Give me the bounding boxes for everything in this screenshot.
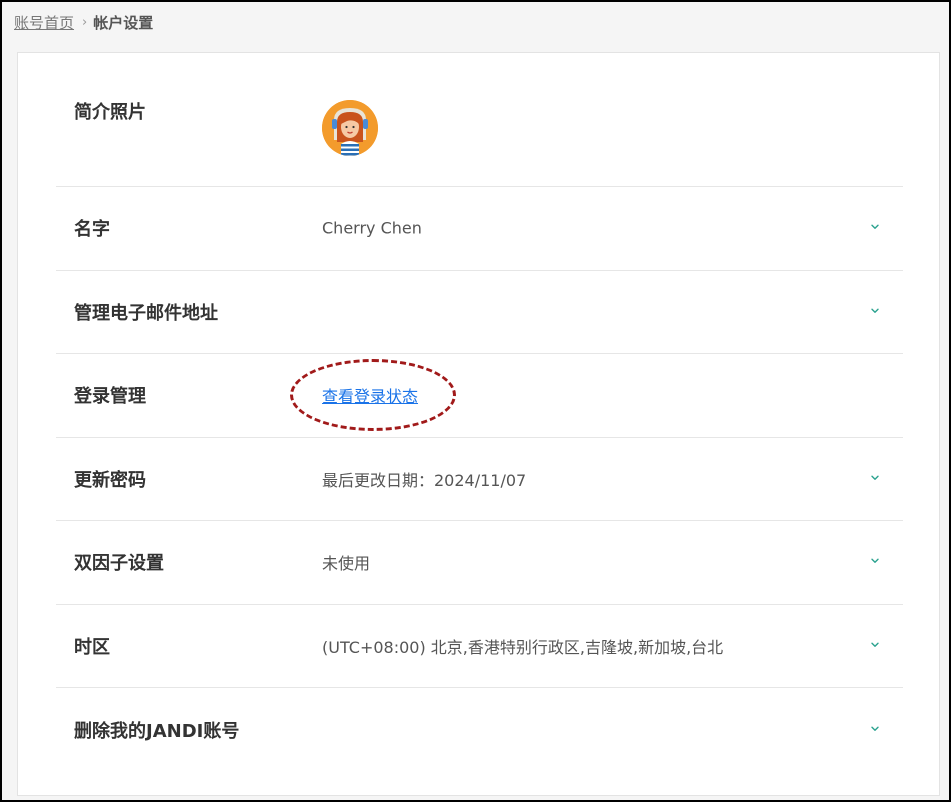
settings-row-login: 登录管理 查看登录状态 bbox=[56, 354, 903, 438]
login-label: 登录管理 bbox=[74, 386, 146, 408]
email-label: 管理电子邮件地址 bbox=[74, 302, 218, 324]
chevron-down-icon[interactable] bbox=[869, 305, 881, 317]
chevron-down-icon[interactable] bbox=[869, 723, 881, 735]
settings-row-delete-account[interactable]: 删除我的JANDI账号 bbox=[56, 688, 903, 772]
settings-row-timezone[interactable]: 时区 (UTC+08:00) 北京,香港特别行政区,吉隆坡,新加坡,台北 bbox=[56, 605, 903, 688]
password-label: 更新密码 bbox=[74, 469, 146, 491]
breadcrumb-home-link[interactable]: 账号首页 bbox=[14, 12, 74, 33]
chevron-down-icon[interactable] bbox=[869, 221, 881, 233]
settings-row-email[interactable]: 管理电子邮件地址 bbox=[56, 271, 903, 354]
breadcrumb-current: 帐户设置 bbox=[93, 13, 154, 32]
settings-row-password[interactable]: 更新密码 最后更改日期：2024/11/07 bbox=[56, 438, 903, 521]
view-login-status-link[interactable]: 查看登录状态 bbox=[322, 383, 418, 407]
settings-list: 简介照片 名字 Cherry Chen 管理电子邮件地址 登录管理 查看登录状态… bbox=[56, 53, 903, 772]
name-label: 名字 bbox=[74, 219, 110, 241]
settings-row-profile-photo: 简介照片 bbox=[56, 53, 903, 187]
avatar[interactable] bbox=[322, 100, 378, 156]
profile-photo-label: 简介照片 bbox=[74, 102, 146, 123]
chevron-down-icon[interactable] bbox=[869, 472, 881, 484]
two-factor-label: 双因子设置 bbox=[74, 553, 164, 575]
settings-row-name[interactable]: 名字 Cherry Chen bbox=[56, 187, 903, 271]
chevron-down-icon[interactable] bbox=[869, 639, 881, 651]
timezone-value: (UTC+08:00) 北京,香港特别行政区,吉隆坡,新加坡,台北 bbox=[322, 637, 724, 657]
chevron-down-icon[interactable] bbox=[869, 555, 881, 567]
two-factor-status: 未使用 bbox=[322, 554, 371, 574]
avatar-illustration bbox=[322, 100, 378, 156]
breadcrumb-separator: › bbox=[82, 14, 88, 30]
password-last-changed: 最后更改日期：2024/11/07 bbox=[322, 470, 527, 490]
settings-row-two-factor[interactable]: 双因子设置 未使用 bbox=[56, 521, 903, 605]
delete-account-label: 删除我的JANDI账号 bbox=[74, 720, 240, 742]
timezone-label: 时区 bbox=[74, 636, 110, 658]
window-frame: 账号首页 › 帐户设置 简介照片 名字 Cherry Chen 管理电子邮件地址… bbox=[0, 0, 951, 802]
breadcrumb: 账号首页 › 帐户设置 bbox=[14, 10, 153, 34]
name-value: Cherry Chen bbox=[322, 218, 422, 238]
account-settings-card: 简介照片 名字 Cherry Chen 管理电子邮件地址 登录管理 查看登录状态… bbox=[17, 52, 940, 796]
